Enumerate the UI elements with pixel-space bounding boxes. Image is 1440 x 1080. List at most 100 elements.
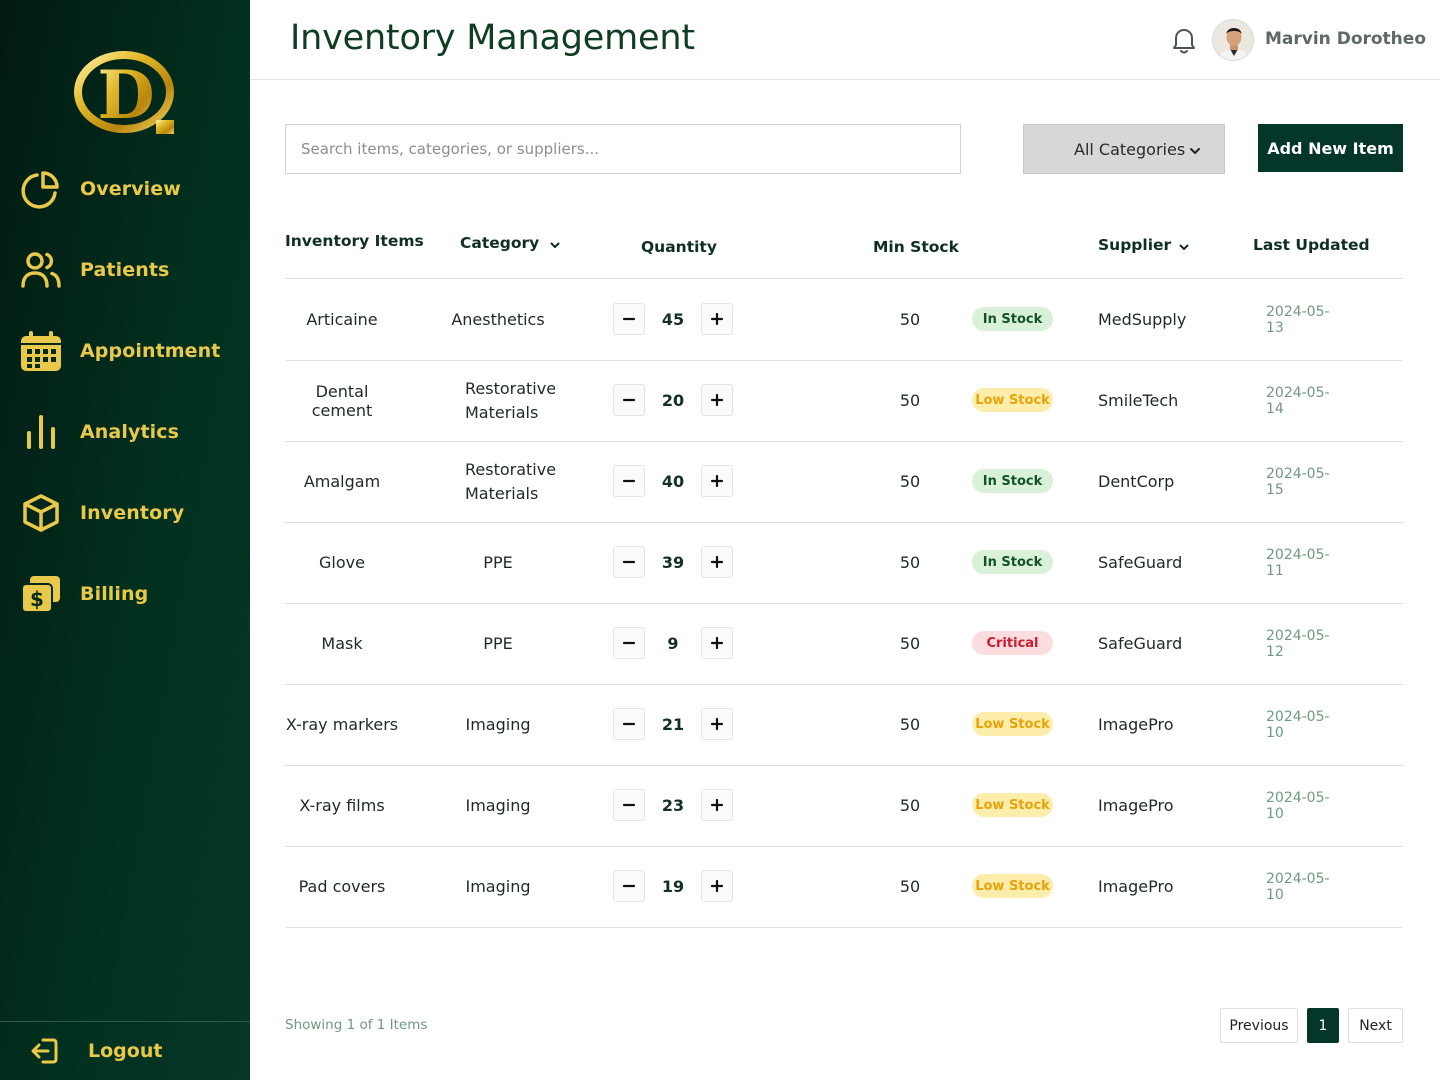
category-filter-value: All Categories <box>1074 139 1186 159</box>
column-header-items: Inventory Items <box>285 232 424 250</box>
search-input[interactable] <box>285 124 961 174</box>
decrease-quantity-button[interactable] <box>613 546 645 578</box>
table-row: Glove PPE 39 50 In Stock SafeGuard 2024-05-11 <box>285 522 1403 603</box>
nav-item-inventory[interactable]: Inventory <box>18 488 238 538</box>
decrease-quantity-button[interactable] <box>613 708 645 740</box>
top-header: Inventory Management Marvin Dorotheo <box>250 0 1440 80</box>
status-badge: In Stock <box>972 469 1053 493</box>
item-name: Glove <box>319 553 365 572</box>
quantity-stepper: 21 <box>613 708 735 741</box>
min-stock-value: 50 <box>899 472 921 491</box>
item-category: PPE <box>483 552 513 572</box>
logout-button[interactable]: Logout <box>28 1028 162 1074</box>
status-badge: Low Stock <box>972 388 1053 412</box>
column-header-label: Category <box>460 234 540 252</box>
supplier-name: ImagePro <box>1098 796 1174 815</box>
decrease-quantity-button[interactable] <box>613 465 645 497</box>
increase-quantity-button[interactable] <box>701 384 733 416</box>
category-filter-dropdown[interactable]: All Categories <box>1023 124 1225 174</box>
minus-icon <box>622 722 636 726</box>
box-icon <box>18 490 64 536</box>
increase-quantity-button[interactable] <box>701 303 733 335</box>
plus-icon <box>710 879 724 893</box>
nav-item-billing[interactable]: $ Billing <box>18 569 238 619</box>
decrease-quantity-button[interactable] <box>613 789 645 821</box>
item-category: Imaging <box>465 714 531 734</box>
sidebar-divider <box>0 1021 250 1022</box>
nav-label: Inventory <box>80 502 185 524</box>
increase-quantity-button[interactable] <box>701 870 733 902</box>
nav-label: Appointment <box>80 340 221 362</box>
status-badge: Critical <box>972 631 1053 655</box>
pie-chart-icon <box>18 166 64 212</box>
minus-icon <box>622 560 636 564</box>
nav-item-overview[interactable]: Overview <box>18 164 238 214</box>
table-row: Dental cement Restorative Materials 20 50 Lo… <box>285 360 1403 441</box>
table-row: X-ray markers Imaging 21 50 Low Stock ImagePr… <box>285 684 1403 765</box>
minus-icon <box>622 479 636 483</box>
quantity-stepper: 39 <box>613 546 735 579</box>
decrease-quantity-button[interactable] <box>613 627 645 659</box>
quantity-stepper: 40 <box>613 465 735 498</box>
sidebar: D Overview Patients Appointment Analytic… <box>0 0 250 1080</box>
previous-page-button[interactable]: Previous <box>1220 1008 1298 1043</box>
increase-quantity-button[interactable] <box>701 465 733 497</box>
status-badge: In Stock <box>972 550 1053 574</box>
quantity-stepper: 9 <box>613 627 735 660</box>
column-header-supplier[interactable]: Supplier <box>1098 232 1190 258</box>
table-row: Amalgam Restorative Materials 40 50 In Stock… <box>285 441 1403 522</box>
chevron-down-icon <box>1188 142 1202 156</box>
plus-icon <box>710 798 724 812</box>
last-updated-date: 2024-05-12 <box>1266 627 1330 660</box>
add-new-item-button[interactable]: Add New Item <box>1258 124 1403 172</box>
nav-item-patients[interactable]: Patients <box>18 245 238 295</box>
last-updated-date: 2024-05-10 <box>1266 789 1330 822</box>
increase-quantity-button[interactable] <box>701 546 733 578</box>
quantity-value: 39 <box>661 553 685 572</box>
item-name: Amalgam <box>303 472 381 491</box>
status-badge: Low Stock <box>972 874 1053 898</box>
last-updated-date: 2024-05-15 <box>1266 465 1330 498</box>
column-header-category[interactable]: Category <box>460 230 561 256</box>
row-divider <box>285 927 1403 928</box>
page-1-button[interactable]: 1 <box>1307 1008 1339 1043</box>
decrease-quantity-button[interactable] <box>613 384 645 416</box>
item-name: Mask <box>321 634 363 653</box>
increase-quantity-button[interactable] <box>701 627 733 659</box>
minus-icon <box>622 803 636 807</box>
minus-icon <box>622 398 636 402</box>
min-stock-value: 50 <box>899 877 921 896</box>
decrease-quantity-button[interactable] <box>613 303 645 335</box>
table-row: X-ray films Imaging 23 50 Low Stock ImagePro 2… <box>285 765 1403 846</box>
quantity-stepper: 45 <box>613 303 735 336</box>
avatar[interactable] <box>1212 19 1254 61</box>
item-name: Dental cement <box>311 381 373 420</box>
bell-icon[interactable] <box>1171 26 1197 54</box>
status-badge: In Stock <box>972 307 1053 331</box>
next-page-button[interactable]: Next <box>1348 1008 1403 1043</box>
logout-icon <box>28 1034 62 1068</box>
item-category: Anesthetics <box>451 309 545 329</box>
quantity-stepper: 19 <box>613 870 735 903</box>
item-name: Pad covers <box>298 877 386 896</box>
column-header-quantity: Quantity <box>641 238 717 256</box>
nav-item-appointment[interactable]: Appointment <box>18 326 238 376</box>
quantity-value: 9 <box>667 634 679 653</box>
plus-icon <box>710 393 724 407</box>
supplier-name: ImagePro <box>1098 715 1174 734</box>
quantity-value: 23 <box>661 796 685 815</box>
nav-item-analytics[interactable]: Analytics <box>18 407 238 457</box>
item-category: PPE <box>483 633 513 653</box>
increase-quantity-button[interactable] <box>701 789 733 821</box>
increase-quantity-button[interactable] <box>701 708 733 740</box>
column-header-label: Supplier <box>1098 236 1172 254</box>
quantity-value: 45 <box>661 310 685 329</box>
item-name: Articaine <box>306 310 378 329</box>
minus-icon <box>622 317 636 321</box>
table-row: Mask PPE 9 50 Critical SafeGuard 2024-05-12 <box>285 603 1403 684</box>
supplier-name: SmileTech <box>1098 391 1179 410</box>
plus-icon <box>710 555 724 569</box>
decrease-quantity-button[interactable] <box>613 870 645 902</box>
plus-icon <box>710 636 724 650</box>
logout-label: Logout <box>88 1040 163 1062</box>
